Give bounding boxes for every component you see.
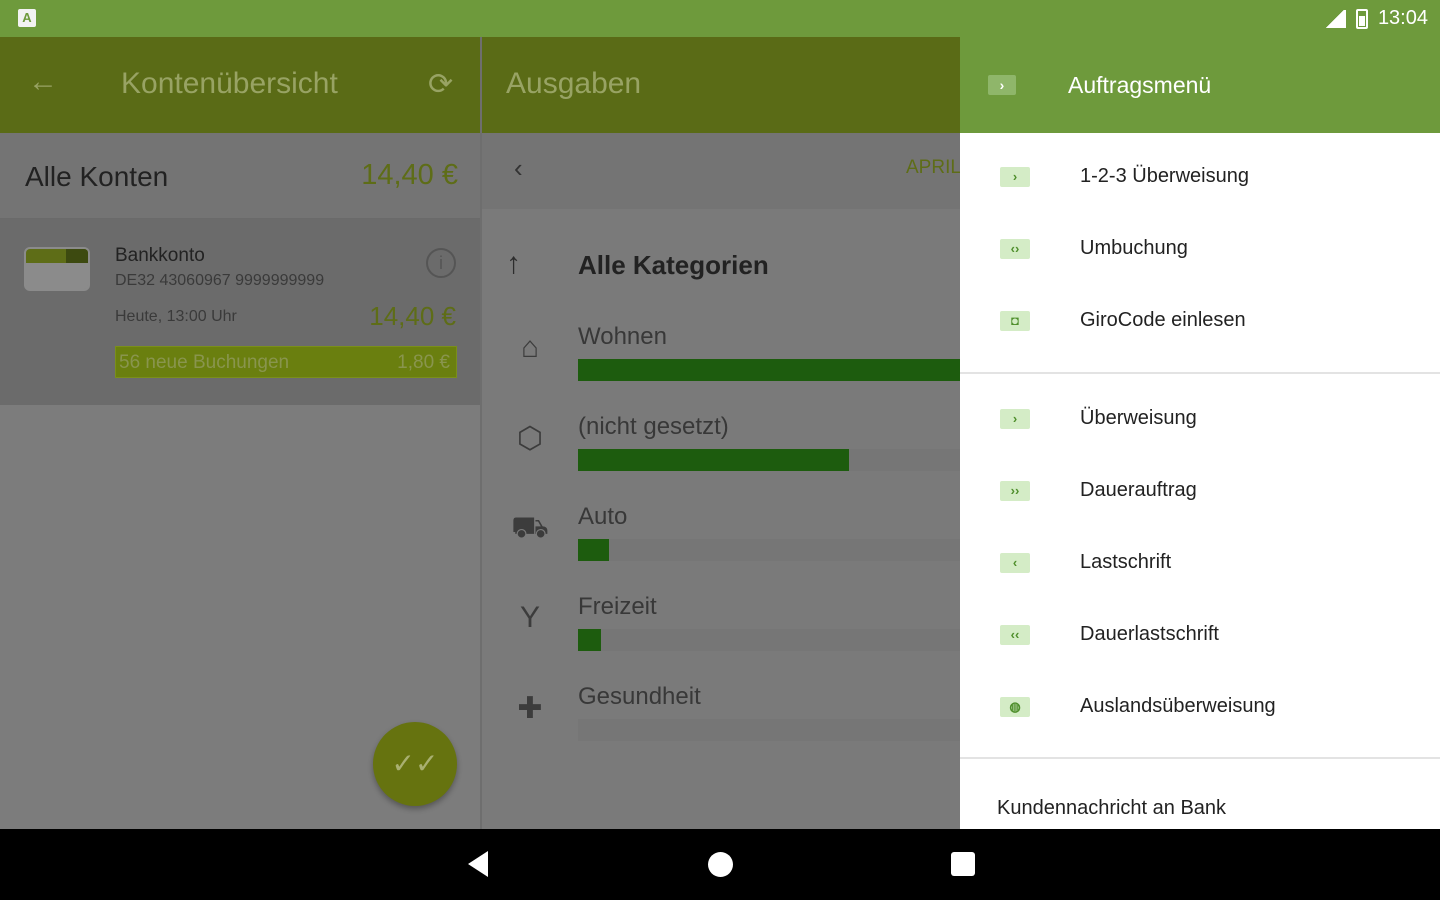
account-card[interactable]: Bankkonto DE32 43060967 9999999999 Heute… xyxy=(0,219,480,405)
double-check-icon: ✓✓ xyxy=(391,748,439,779)
category-bar-fill xyxy=(578,539,609,561)
category-row[interactable]: ⛟ Auto xyxy=(482,503,960,593)
transfer-type-icon: ›› xyxy=(1000,481,1030,501)
nav-back-icon[interactable] xyxy=(468,851,488,877)
category-bar-track xyxy=(578,629,960,651)
car-icon: ⛟ xyxy=(511,511,549,544)
category-row[interactable]: ✚ Gesundheit xyxy=(482,683,960,773)
back-arrow-icon[interactable]: ← xyxy=(28,65,58,99)
category-label: Freizeit xyxy=(578,593,657,620)
mark-read-fab[interactable]: ✓✓ xyxy=(373,722,457,806)
month-label[interactable]: APRIL xyxy=(906,157,961,179)
menu-item[interactable]: ◍ Auslandsüberweisung xyxy=(960,675,1440,747)
menu-item[interactable]: ‹‹ Dauerlastschrift xyxy=(960,603,1440,675)
transfer-type-icon: ‹› xyxy=(1000,239,1030,259)
new-bookings-label: 56 neue Buchungen xyxy=(119,352,290,373)
menu-item-label: GiroCode einlesen xyxy=(1080,309,1246,331)
transfer-type-icon: ◍ xyxy=(1000,697,1030,717)
category-bar-track xyxy=(578,359,960,381)
status-time: 13:04 xyxy=(1377,7,1428,29)
nav-home-icon[interactable] xyxy=(708,852,733,877)
previous-month-icon[interactable]: ‹ xyxy=(514,153,523,184)
house-icon: ⌂ xyxy=(520,331,540,364)
status-bar: A 13:04 xyxy=(0,0,1440,37)
app-notification-icon: A xyxy=(18,9,36,27)
menu-item-customer-message[interactable]: Kundennachricht an Bank xyxy=(997,797,1226,820)
menu-item[interactable]: ‹ Lastschrift xyxy=(960,531,1440,603)
menu-item-label: Dauerauftrag xyxy=(1080,479,1197,501)
all-accounts-amount: 14,40 € xyxy=(361,159,458,191)
drawer-header: › Auftragsmenü xyxy=(960,37,1440,133)
transfer-type-icon: ◘ xyxy=(1000,311,1030,331)
order-menu-drawer: › Auftragsmenü › 1-2-3 Überweisung ‹› Umbuc… xyxy=(960,37,1440,829)
tag-icon: ⬡ xyxy=(516,422,544,455)
menu-item[interactable]: ›› Dauerauftrag xyxy=(960,459,1440,531)
category-label: Auto xyxy=(578,503,628,530)
account-updated: Heute, 13:00 Uhr xyxy=(115,308,237,325)
expenses-title: Ausgaben xyxy=(506,67,642,100)
account-iban: DE32 43060967 9999999999 xyxy=(115,272,325,289)
medical-kit-icon: ✚ xyxy=(517,692,543,725)
status-icons: 13:04 xyxy=(1323,0,1428,37)
category-bar-fill xyxy=(578,449,849,471)
info-icon[interactable]: i xyxy=(426,248,456,278)
menu-item[interactable]: ‹› Umbuchung xyxy=(960,217,1440,289)
category-bar-track xyxy=(578,539,960,561)
new-bookings-bar[interactable]: 56 neue Buchungen 1,80 € xyxy=(115,346,457,378)
transfer-type-icon: ‹‹ xyxy=(1000,625,1030,645)
account-name: Bankkonto xyxy=(115,245,205,266)
bank-card-icon xyxy=(24,247,90,291)
category-bar-track xyxy=(578,449,960,471)
menu-item[interactable]: › Überweisung xyxy=(960,387,1440,459)
transfer-type-icon: › xyxy=(1000,409,1030,429)
menu-item-label: 1-2-3 Überweisung xyxy=(1080,165,1249,187)
month-selector: ‹ APRIL xyxy=(482,133,961,209)
drawer-title: Auftragsmenü xyxy=(1068,72,1212,98)
signal-icon xyxy=(1323,9,1346,28)
cocktail-icon: Y xyxy=(519,601,540,634)
accounts-pane: ← Kontenübersicht ⟳ Alle Konten 14,40 € … xyxy=(0,37,480,829)
nav-recents-icon[interactable] xyxy=(951,852,975,876)
all-accounts-row[interactable]: Alle Konten 14,40 € xyxy=(0,133,480,219)
expenses-appbar: Ausgaben xyxy=(482,37,960,133)
new-bookings-amount: 1,80 € xyxy=(397,352,450,373)
category-row[interactable]: ⌂ Wohnen xyxy=(482,323,960,413)
menu-item[interactable]: ◘ GiroCode einlesen xyxy=(960,289,1440,361)
all-accounts-label: Alle Konten xyxy=(25,161,169,192)
all-categories-label: Alle Kategorien xyxy=(578,250,769,280)
category-bar-track xyxy=(578,719,960,741)
category-label: Wohnen xyxy=(578,323,667,350)
menu-item-label: Überweisung xyxy=(1080,407,1197,429)
category-row[interactable]: ⬡ (nicht gesetzt) xyxy=(482,413,960,503)
category-row[interactable]: Y Freizeit xyxy=(482,593,960,683)
expenses-pane: Ausgaben ‹ APRIL ↑ Alle Kategorien ⌂ Wohn… xyxy=(482,37,961,829)
menu-item[interactable]: › 1-2-3 Überweisung xyxy=(960,145,1440,217)
transfer-type-icon: ‹ xyxy=(1000,553,1030,573)
menu-item-label: Lastschrift xyxy=(1080,551,1172,573)
menu-divider xyxy=(960,372,1440,374)
menu-item-label: Umbuchung xyxy=(1080,237,1188,259)
refresh-icon[interactable]: ⟳ xyxy=(428,67,453,102)
category-label: Gesundheit xyxy=(578,683,701,710)
menu-divider xyxy=(960,757,1440,759)
transfer-type-icon: › xyxy=(1000,167,1030,187)
category-label: (nicht gesetzt) xyxy=(578,413,729,440)
accounts-appbar: ← Kontenübersicht ⟳ xyxy=(0,37,480,133)
battery-icon xyxy=(1355,8,1368,29)
system-nav-bar xyxy=(0,829,1440,900)
order-menu-icon: › xyxy=(988,75,1016,95)
category-bar-fill xyxy=(578,359,960,381)
category-bar-fill xyxy=(578,629,601,651)
up-arrow-icon[interactable]: ↑ xyxy=(506,247,521,281)
menu-item-label: Dauerlastschrift xyxy=(1080,623,1219,645)
menu-item-label: Auslandsüberweisung xyxy=(1080,695,1276,717)
page-title: Kontenübersicht xyxy=(121,67,338,100)
account-amount: 14,40 € xyxy=(369,301,456,331)
